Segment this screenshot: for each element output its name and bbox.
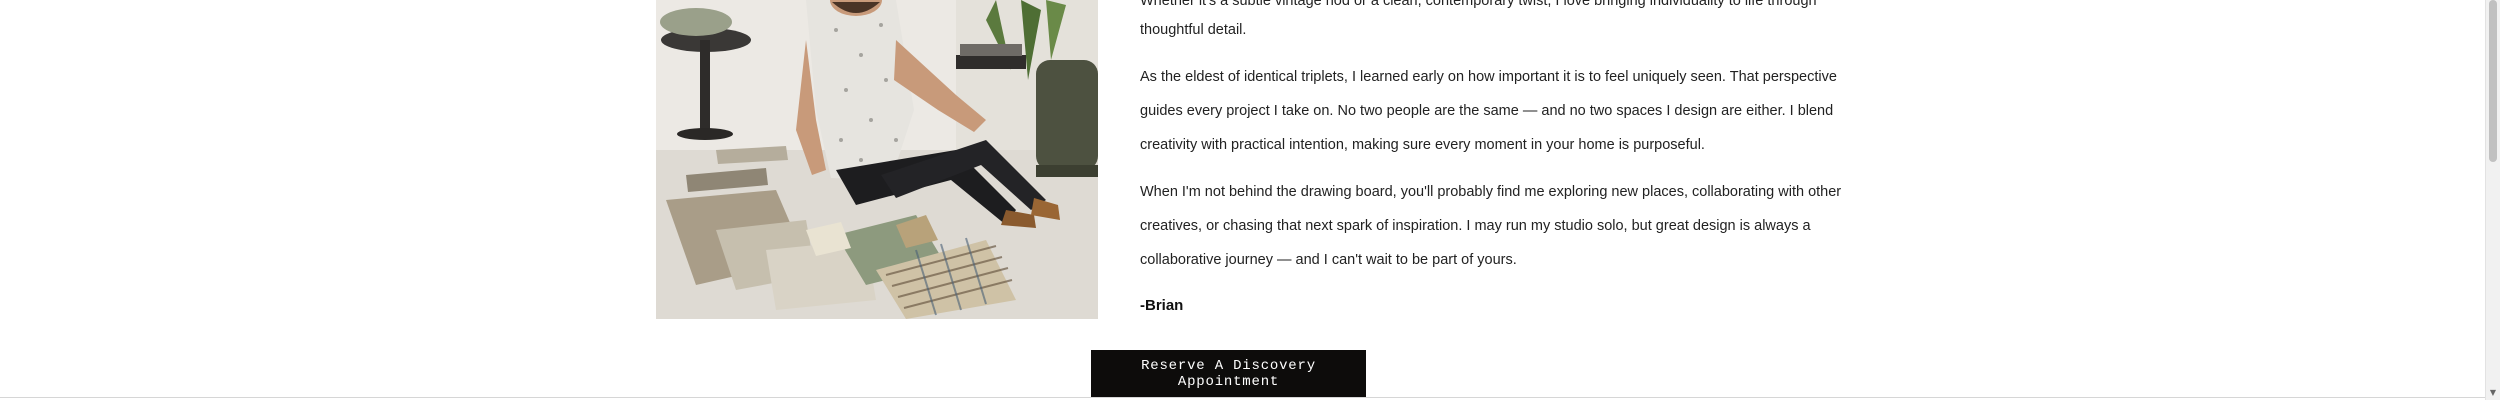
scrollbar-thumb[interactable] — [2489, 0, 2497, 162]
scroll-down-arrow-icon[interactable]: ▼ — [2488, 389, 2498, 397]
bio-paragraph-2-line-1: As the eldest of identical triplets, I l… — [1140, 69, 1837, 85]
bio-paragraph-1-line-0: Whether it's a subtle vintage nod or a c… — [1140, 0, 1817, 9]
bio-paragraph-3-line-3: collaborative journey — and I can't wait… — [1140, 252, 1517, 268]
bio-paragraph-2-line-2: guides every project I take on. No two p… — [1140, 103, 1834, 119]
bio-signature: -Brian — [1140, 297, 1184, 314]
bio-paragraph-3-line-1: When I'm not behind the drawing board, y… — [1140, 184, 1842, 200]
designer-photo-illustration — [656, 0, 1098, 319]
page-bottom-divider — [0, 397, 2486, 398]
vertical-scrollbar[interactable]: ▼ — [2485, 0, 2500, 400]
bio-paragraph-1-line-1: thoughtful detail. — [1140, 22, 1247, 38]
bio-paragraph-2-line-3: creativity with practical intention, mak… — [1140, 137, 1705, 153]
reserve-appointment-button[interactable]: Reserve A Discovery Appointment — [1091, 350, 1366, 398]
bio-paragraph-3-line-2: creatives, or chasing that next spark of… — [1140, 218, 1811, 234]
designer-photo — [656, 0, 1098, 319]
reserve-appointment-button-label: Reserve A Discovery Appointment — [1141, 358, 1316, 390]
